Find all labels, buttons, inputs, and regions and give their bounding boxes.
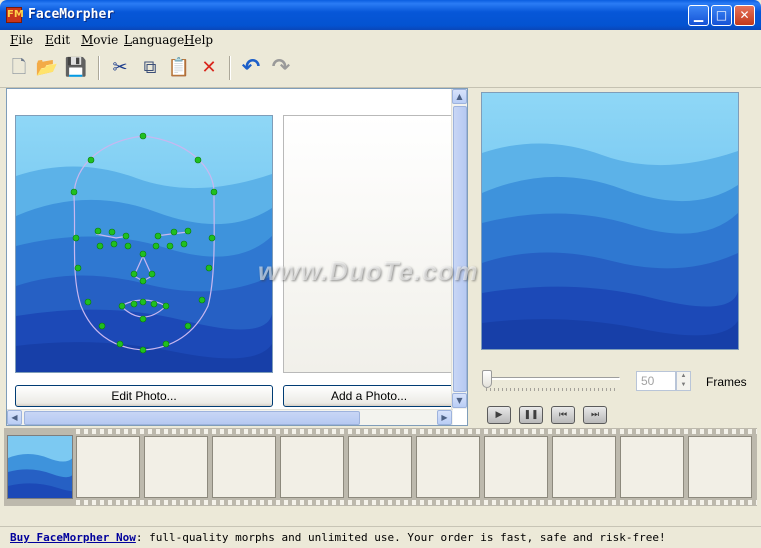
maximize-button[interactable]: □	[711, 5, 732, 26]
status-message: : full-quality morphs and unlimited use.…	[135, 531, 666, 544]
menu-file[interactable]: File	[10, 33, 33, 47]
frame-slider-thumb[interactable]	[482, 370, 492, 388]
buy-now-link[interactable]: Buy FaceMorpher Now	[10, 531, 136, 544]
film-perforations	[76, 429, 757, 434]
new-document-icon[interactable]: 🗋	[6, 55, 32, 81]
filmstrip-frame[interactable]	[348, 436, 412, 498]
filmstrip-frame[interactable]	[688, 436, 752, 498]
scroll-down-icon[interactable]: ▼	[452, 393, 467, 408]
menu-bar: File Edit Movie Language Help	[0, 30, 761, 50]
open-folder-icon[interactable]: 📂	[34, 55, 60, 81]
title-bar: FM FaceMorpher ▁ □ ✕	[0, 0, 761, 30]
frames-input[interactable]	[636, 371, 676, 391]
paste-icon[interactable]: 📋	[166, 55, 192, 81]
app-logo-icon: FM	[6, 7, 24, 23]
menu-help[interactable]: Help	[184, 33, 213, 47]
filmstrip-frame-selected[interactable]	[7, 435, 73, 499]
spin-down-icon[interactable]: ▼	[677, 381, 690, 390]
add-photo-button[interactable]: Add a Photo...	[283, 385, 455, 407]
menu-language[interactable]: Language	[124, 33, 184, 47]
filmstrip-frame[interactable]	[484, 436, 548, 498]
mountain-image	[16, 116, 272, 372]
scroll-up-icon[interactable]: ▲	[452, 89, 467, 104]
toolbar-separator	[229, 56, 231, 80]
save-icon[interactable]: 💾	[63, 55, 89, 81]
watermark: www.DuoTe.com	[258, 256, 479, 286]
window-title: FaceMorpher	[28, 7, 115, 22]
edit-photo-button[interactable]: Edit Photo...	[15, 385, 273, 407]
morph-preview	[481, 92, 739, 350]
empty-photo-slot[interactable]	[283, 115, 455, 373]
toolbar-separator	[98, 56, 100, 80]
filmstrip-frame[interactable]	[212, 436, 276, 498]
horizontal-scrollbar[interactable]: ◀ ▶	[7, 409, 453, 425]
horizontal-scroll-thumb[interactable]	[24, 411, 360, 425]
frame-slider-ticks	[486, 388, 618, 391]
frames-spinner[interactable]: ▲ ▼	[676, 371, 691, 391]
play-button[interactable]: ▶	[487, 406, 511, 424]
scroll-right-icon[interactable]: ▶	[437, 410, 452, 425]
close-button[interactable]: ✕	[734, 5, 755, 26]
vertical-scroll-thumb[interactable]	[453, 106, 467, 392]
copy-icon[interactable]: ⧉	[137, 55, 163, 81]
filmstrip-frame[interactable]	[416, 436, 480, 498]
vertical-scrollbar[interactable]: ▲ ▼	[451, 89, 467, 409]
thumbnail-image	[8, 436, 72, 498]
menu-edit[interactable]: Edit	[45, 33, 70, 47]
forward-button[interactable]: ⏭	[583, 406, 607, 424]
filmstrip-frame[interactable]	[76, 436, 140, 498]
filmstrip-frame[interactable]	[552, 436, 616, 498]
frame-slider-track[interactable]	[484, 377, 620, 380]
filmstrip-frame[interactable]	[144, 436, 208, 498]
filmstrip-frame[interactable]	[620, 436, 684, 498]
scroll-left-icon[interactable]: ◀	[7, 410, 22, 425]
preview-image	[482, 93, 738, 349]
pause-button[interactable]: ❚❚	[519, 406, 543, 424]
status-bar: Buy FaceMorpher Now: full-quality morphs…	[0, 526, 761, 548]
delete-icon[interactable]: ✕	[196, 55, 222, 81]
redo-icon[interactable]: ↷	[268, 55, 294, 81]
filmstrip-frame[interactable]	[280, 436, 344, 498]
frames-label: Frames	[706, 375, 747, 389]
source-photo[interactable]	[15, 115, 273, 373]
undo-icon[interactable]: ↶	[238, 55, 264, 81]
minimize-button[interactable]: ▁	[688, 5, 709, 26]
filmstrip	[4, 428, 757, 506]
film-perforations	[76, 500, 757, 505]
cut-icon[interactable]: ✂	[107, 55, 133, 81]
rewind-button[interactable]: ⏮	[551, 406, 575, 424]
toolbar: 🗋 📂 💾 ✂ ⧉ 📋 ✕ ↶ ↷	[0, 50, 761, 88]
spin-up-icon[interactable]: ▲	[677, 372, 690, 381]
menu-movie[interactable]: Movie	[81, 33, 118, 47]
